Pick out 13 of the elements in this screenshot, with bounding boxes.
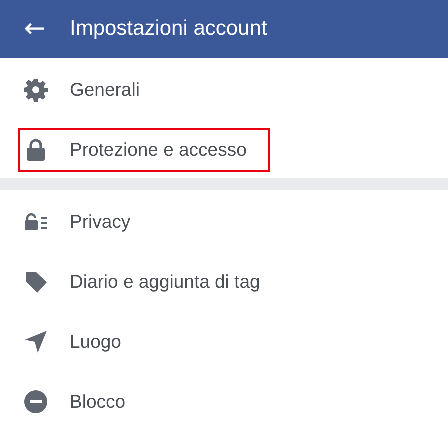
padlock-icon (24, 138, 48, 162)
settings-item[interactable]: Blocco (18, 380, 270, 424)
location-arrow-icon (24, 330, 48, 354)
settings-item[interactable]: Luogo (18, 320, 270, 364)
settings-item[interactable]: Diario e aggiunta di tag (18, 260, 270, 304)
settings-item[interactable]: Protezione e accesso (18, 128, 270, 172)
settings-item[interactable]: Privacy (18, 200, 270, 244)
block-icon (24, 390, 48, 414)
back-button[interactable]: ← (20, 16, 50, 42)
screen-title: Impostazioni account (70, 17, 268, 41)
settings-item[interactable]: Generali (18, 68, 270, 112)
tag-icon (24, 270, 48, 294)
gear-icon (24, 78, 48, 102)
